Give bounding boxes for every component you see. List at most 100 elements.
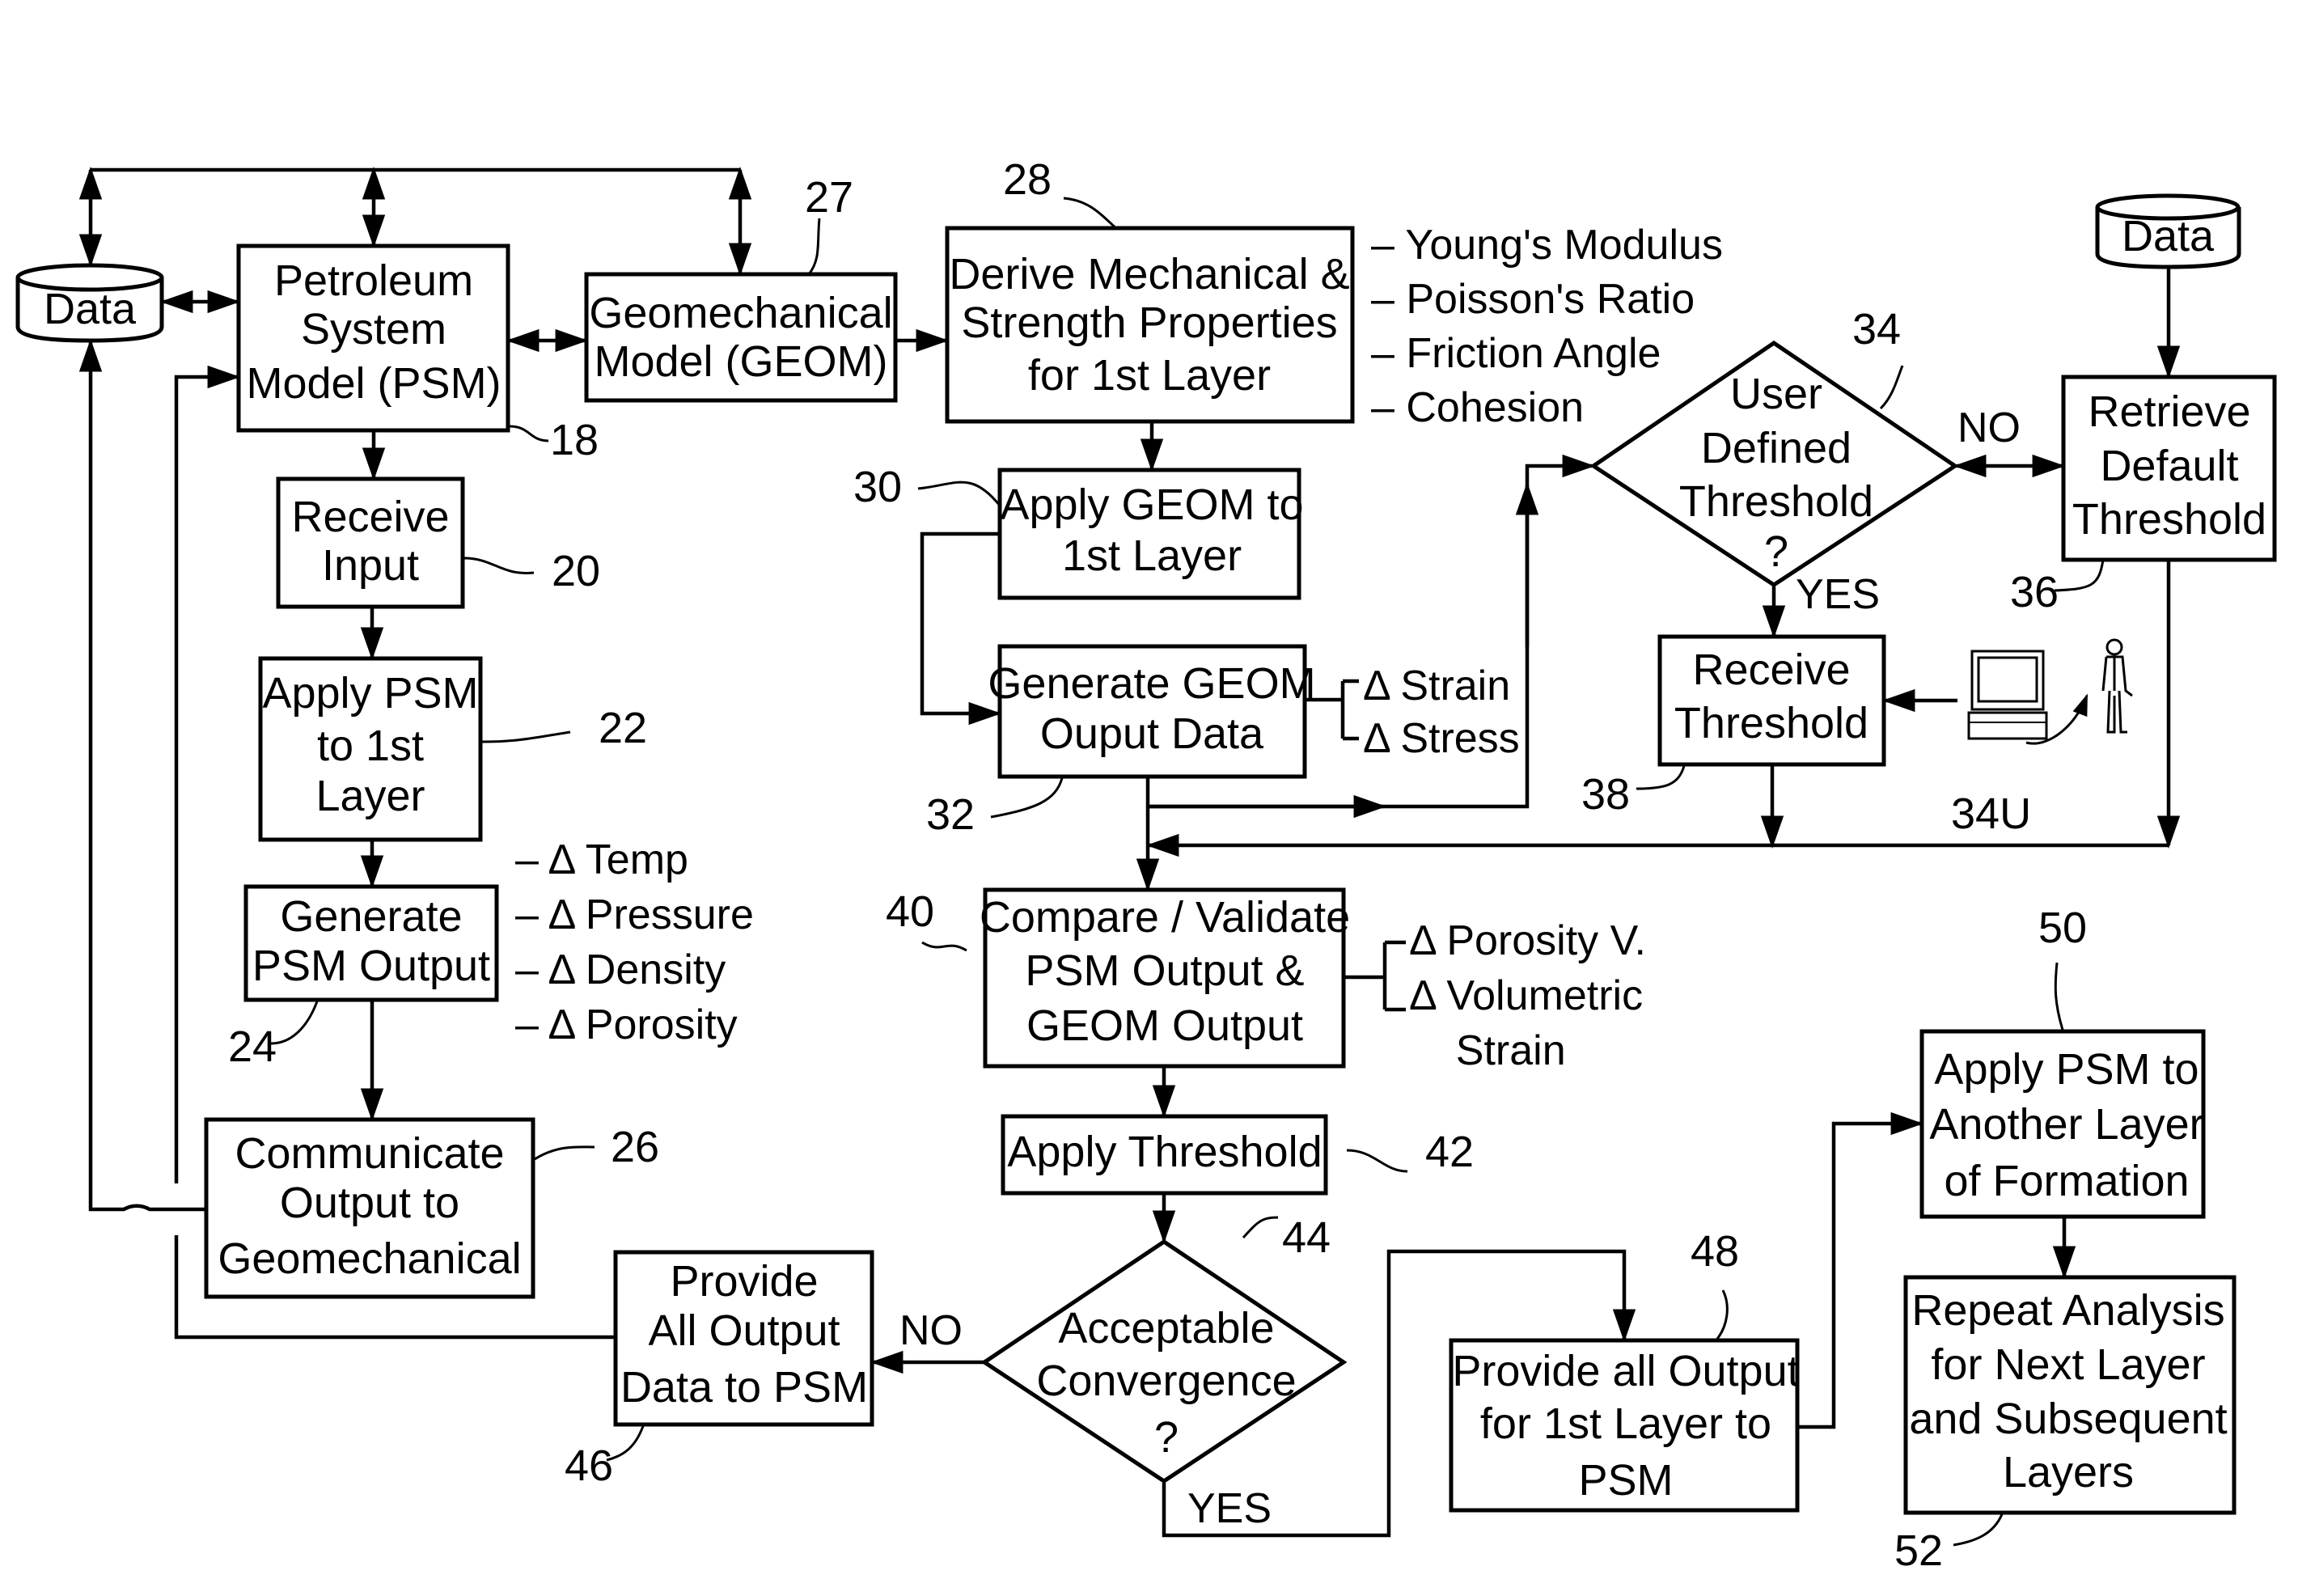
connector-compare-bracket <box>1345 940 1406 1012</box>
ref-34u: 34U <box>1951 790 2031 838</box>
ref-20: 20 <box>552 547 600 595</box>
ref-26: 26 <box>611 1123 659 1171</box>
node-psm: Petroleum System Model (PSM) <box>236 243 510 433</box>
ref-42: 42 <box>1425 1128 1474 1176</box>
node-user-threshold-label-1: Defined <box>1701 424 1852 472</box>
annotation-strain: Strain <box>1409 1027 1566 1074</box>
node-apply-psm: Apply PSM to 1st Layer <box>258 656 483 842</box>
node-compare-label-2: GEOM Output <box>1026 1001 1303 1050</box>
node-apply-psm-label-1: to 1st <box>317 722 424 770</box>
node-repeat-analysis-label-2: and Subsequent <box>1909 1395 2227 1443</box>
node-receive-input-label-0: Receive <box>291 493 449 541</box>
node-apply-geom-label-1: 1st Layer <box>1062 531 1242 580</box>
annotation-geom-outputs: Δ Strain Δ Stress <box>1363 663 1520 762</box>
node-provide-first-layer: Provide all Output for 1st Layer to PSM <box>1449 1338 1800 1513</box>
annotation-poissons-ratio: – Poisson's Ratio <box>1371 276 1695 323</box>
node-user-threshold-label-3: ? <box>1764 527 1788 576</box>
node-retrieve-default-label-1: Default <box>2100 442 2238 490</box>
edge-label-user-yes: YES <box>1796 571 1880 618</box>
node-receive-input: Receive Input <box>276 476 465 609</box>
node-retrieve-default-label-2: Threshold <box>2072 495 2266 544</box>
connector-communicate-data <box>78 338 205 1212</box>
annotation-friction-angle: – Friction Angle <box>1371 330 1661 377</box>
node-generate-geom: Generate GEOM Ouput Data <box>988 644 1316 779</box>
node-user-threshold: User Defined Threshold ? <box>1589 340 1959 587</box>
ref-30: 30 <box>853 463 902 511</box>
node-geom-label-0: Geomechanical <box>589 289 892 337</box>
connector-applygeom-generategeom <box>920 531 1002 726</box>
annotation-compare-outputs: Δ Porosity V. Δ Volumetric Strain <box>1409 917 1646 1074</box>
node-derive-label-0: Derive Mechanical & <box>949 250 1349 298</box>
node-receive-threshold: Receive Threshold <box>1657 634 1886 767</box>
node-repeat-analysis-label-1: for Next Layer <box>1931 1340 2205 1389</box>
node-derive: Derive Mechanical & Strength Properties … <box>945 226 1355 424</box>
ref-48: 48 <box>1691 1227 1739 1276</box>
node-psm-label-1: System <box>301 305 446 353</box>
node-generate-geom-label-1: Ouput Data <box>1040 709 1264 758</box>
ref-44: 44 <box>1282 1213 1331 1262</box>
user-figure-icon <box>2101 638 2133 734</box>
node-user-threshold-label-0: User <box>1730 370 1822 418</box>
node-apply-geom: Apply GEOM to 1st Layer <box>997 468 1304 600</box>
annotation-delta-stress: Δ Stress <box>1363 715 1520 762</box>
node-generate-geom-label-0: Generate GEOM <box>988 659 1315 708</box>
svg-text:Model (PSM): Model (PSM) <box>246 359 501 408</box>
node-apply-geom-label-0: Apply GEOM to <box>1000 480 1303 529</box>
node-receive-threshold-label-0: Receive <box>1692 646 1850 694</box>
edge-label-convergence-no: NO <box>899 1307 963 1354</box>
node-repeat-analysis-label-0: Repeat Analysis <box>1911 1286 2224 1335</box>
ref-50: 50 <box>2038 904 2087 952</box>
node-receive-input-label-1: Input <box>322 541 419 590</box>
node-psm-label-0: Petroleum <box>274 256 473 305</box>
ref-24: 24 <box>228 1022 277 1071</box>
node-provide-first-layer-label-2: PSM <box>1578 1456 1673 1505</box>
node-repeat-analysis: Repeat Analysis for Next Layer and Subse… <box>1903 1275 2237 1515</box>
node-apply-threshold: Apply Threshold <box>1001 1114 1328 1196</box>
node-compare-label-1: PSM Output & <box>1025 946 1304 995</box>
annotation-delta-strain: Δ Strain <box>1363 663 1510 709</box>
node-convergence: Acceptable Convergence ? <box>980 1238 1348 1484</box>
annotation-psm-outputs: – Δ Temp – Δ Pressure – Δ Density – Δ Po… <box>515 836 754 1048</box>
node-data-left-label: Data <box>44 285 137 333</box>
node-communicate-label-0: Communicate <box>235 1129 504 1178</box>
node-derive-label-2: for 1st Layer <box>1028 351 1271 400</box>
node-user-threshold-label-2: Threshold <box>1679 477 1873 526</box>
annotation-delta-density: – Δ Density <box>515 946 726 993</box>
node-provide-all-output-label-1: All Output <box>648 1306 840 1355</box>
edge-label-convergence-yes: YES <box>1187 1485 1272 1532</box>
node-apply-psm-another-label-0: Apply PSM to <box>1934 1045 2199 1094</box>
node-compare: Compare / Validate PSM Output & GEOM Out… <box>980 887 1350 1069</box>
node-apply-psm-another: Apply PSM to Another Layer of Formation <box>1919 1029 2206 1219</box>
node-apply-psm-another-label-1: Another Layer <box>1929 1100 2203 1149</box>
annotation-youngs-modulus: – Young's Modulus <box>1371 222 1723 269</box>
node-generate-psm-label-0: Generate <box>280 892 462 941</box>
ref-36: 36 <box>2010 568 2059 616</box>
node-data-right-label: Data <box>2122 212 2215 260</box>
node-provide-first-layer-label-0: Provide all Output <box>1452 1347 1799 1395</box>
ref-34: 34 <box>1852 305 1901 353</box>
node-retrieve-default: Retrieve Default Threshold <box>2061 375 2277 562</box>
node-convergence-label-0: Acceptable <box>1058 1304 1274 1353</box>
ref-28: 28 <box>1003 155 1052 204</box>
ref-40: 40 <box>886 887 934 936</box>
ref-52: 52 <box>1894 1526 1943 1575</box>
node-provide-all-output: Provide All Output Data to PSM <box>613 1250 874 1427</box>
node-provide-all-output-label-2: Data to PSM <box>620 1363 868 1412</box>
node-convergence-label-1: Convergence <box>1036 1357 1296 1405</box>
node-geom: Geomechanical Model (GEOM) <box>584 272 898 403</box>
node-convergence-label-2: ? <box>1154 1413 1179 1462</box>
edge-label-user-no: NO <box>1957 404 2021 451</box>
node-apply-psm-label-2: Layer <box>315 772 425 820</box>
node-retrieve-default-label-0: Retrieve <box>2088 387 2250 436</box>
node-provide-all-output-label-0: Provide <box>670 1257 818 1306</box>
annotation-mechanical-properties: – Young's Modulus – Poisson's Ratio – Fr… <box>1371 222 1723 431</box>
node-communicate: Communicate Output to Geomechanical <box>204 1117 535 1299</box>
annotation-delta-porosity: – Δ Porosity <box>515 1001 738 1048</box>
node-data-right: Data <box>2095 193 2241 269</box>
node-apply-psm-another-label-2: of Formation <box>1944 1157 2189 1205</box>
ref-32: 32 <box>926 790 975 839</box>
node-derive-label-1: Strength Properties <box>961 298 1337 347</box>
ref-46: 46 <box>565 1441 613 1490</box>
svg-text:System: System <box>301 305 446 353</box>
ref-38: 38 <box>1581 770 1630 819</box>
